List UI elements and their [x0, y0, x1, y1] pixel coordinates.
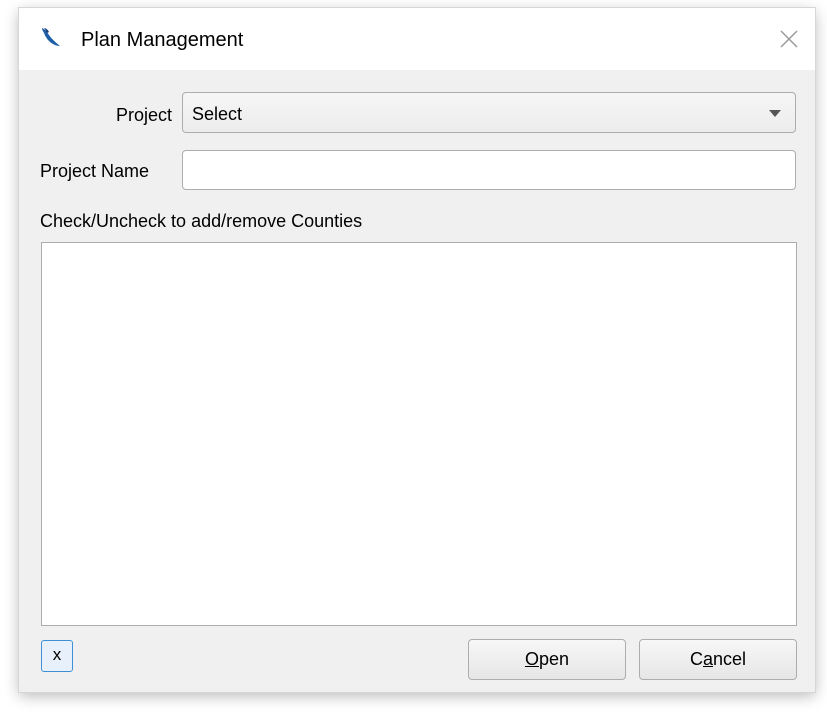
- open-label-rest: pen: [538, 649, 570, 669]
- bird-feather-icon: [42, 28, 60, 46]
- window-title: Plan Management: [81, 29, 244, 51]
- cancel-label-rest: ncel: [712, 649, 747, 669]
- plan-management-dialog: Plan Management Project Select Project N…: [19, 8, 815, 692]
- open-button[interactable]: Open: [468, 639, 626, 680]
- title-bar[interactable]: Plan Management: [19, 8, 815, 70]
- project-select-value: Select: [192, 104, 243, 124]
- counties-instruction: Check/Uncheck to add/remove Counties: [40, 211, 363, 231]
- open-mnemonic: O: [524, 649, 539, 669]
- counties-checklist[interactable]: [41, 242, 797, 626]
- cancel-button[interactable]: Cancel: [639, 639, 797, 680]
- cancel-label-pre: C: [689, 649, 703, 669]
- project-label: Project: [115, 105, 172, 125]
- project-select[interactable]: Select: [182, 92, 796, 133]
- cancel-mnemonic: a: [702, 649, 713, 669]
- chevron-down-icon: [769, 110, 781, 117]
- project-name-input[interactable]: [182, 150, 796, 190]
- x-button[interactable]: x: [41, 640, 73, 672]
- close-icon[interactable]: [775, 25, 803, 53]
- project-name-label: Project Name: [40, 161, 150, 181]
